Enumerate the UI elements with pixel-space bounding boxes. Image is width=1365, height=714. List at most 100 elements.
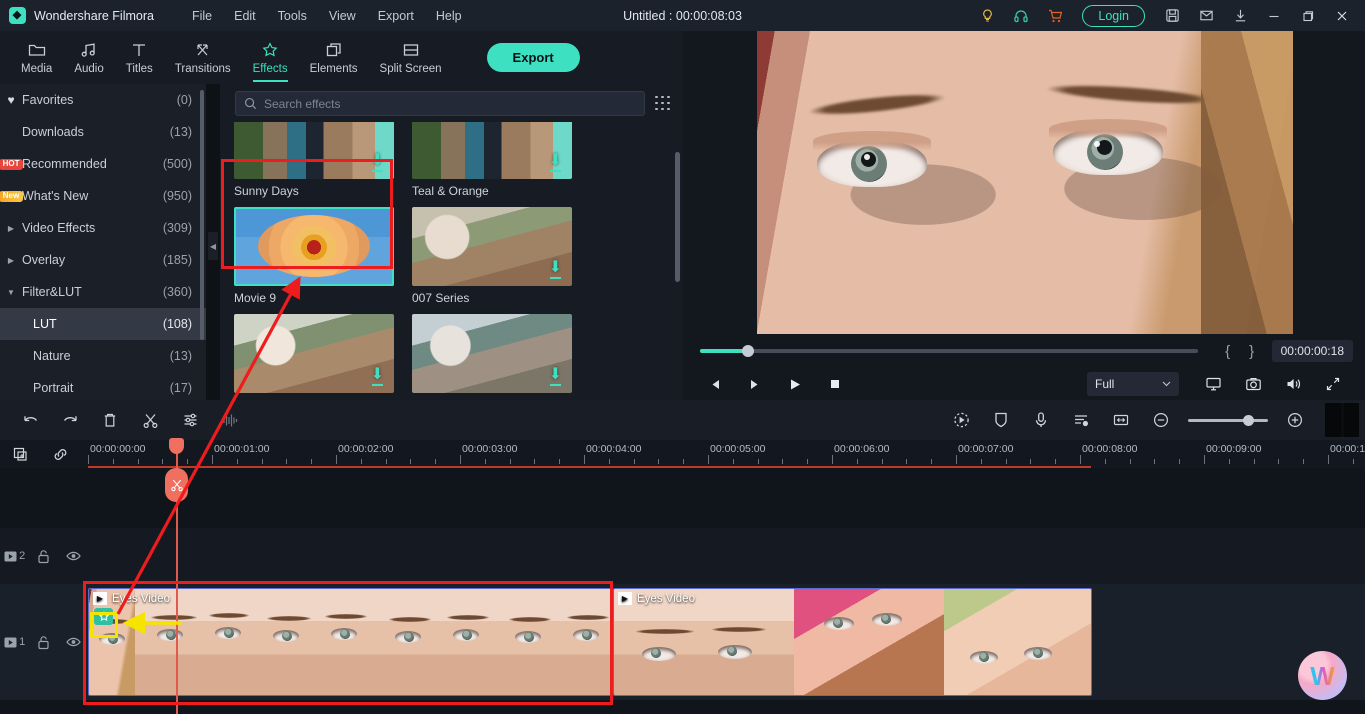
next-frame-button[interactable]: [735, 377, 775, 392]
zoom-plus-icon[interactable]: [1275, 400, 1315, 440]
effect-card-harry-potter[interactable]: ⬇ Harry Potter: [234, 314, 394, 405]
sidebar-item-portrait[interactable]: Portrait (17): [0, 372, 206, 400]
volume-icon[interactable]: [1273, 376, 1313, 392]
fit-to-screen-icon[interactable]: [1101, 400, 1141, 440]
filmora-ai-logo-button[interactable]: W: [1298, 651, 1347, 700]
mark-in-button[interactable]: {: [1216, 343, 1240, 360]
download-icon[interactable]: [1225, 0, 1255, 31]
ruler-tick-mark: [1204, 455, 1205, 464]
unlock-icon[interactable]: [29, 549, 58, 564]
sidebar-item-video-effects[interactable]: ▶ Video Effects (309): [0, 212, 206, 244]
effect-card-sunny-days[interactable]: ⬇ Sunny Days: [234, 122, 394, 198]
sidebar-item-count: (500): [162, 157, 192, 171]
render-preview-bar[interactable]: [1325, 403, 1359, 437]
playhead-split-button[interactable]: [165, 468, 188, 502]
menu-item-view[interactable]: View: [329, 9, 356, 23]
track-row-1[interactable]: 1 ▶ Eyes Video ▶ Eyes Video: [0, 584, 1365, 700]
menu-item-export[interactable]: Export: [378, 9, 414, 23]
effects-scrollbar[interactable]: [675, 152, 680, 282]
sidebar-item-whats-new[interactable]: New What's New (950): [0, 180, 206, 212]
eye-visible-icon[interactable]: [59, 550, 88, 562]
timeline-zoom-slider[interactable]: [1188, 414, 1268, 426]
sidebar-item-nature[interactable]: Nature (13): [0, 340, 206, 372]
tab-titles[interactable]: Titles: [115, 31, 164, 84]
grid-dots-icon[interactable]: [655, 95, 671, 112]
split-scissors-icon[interactable]: [130, 400, 170, 440]
download-icon[interactable]: ⬇: [371, 153, 384, 172]
progress-knob[interactable]: [742, 345, 754, 357]
menu-item-edit[interactable]: Edit: [234, 9, 256, 23]
unlock-icon[interactable]: [29, 635, 58, 650]
menu-item-help[interactable]: Help: [436, 9, 462, 23]
login-button[interactable]: Login: [1082, 4, 1145, 27]
clip-effect-badge[interactable]: [94, 608, 113, 625]
sidebar-item-count: (13): [169, 349, 192, 363]
download-icon[interactable]: ⬇: [371, 367, 384, 386]
search-input[interactable]: [264, 96, 636, 111]
download-icon[interactable]: ⬇: [549, 153, 562, 172]
save-icon[interactable]: [1157, 0, 1187, 31]
effect-card-007-series[interactable]: ⬇ 007 Series: [412, 207, 572, 305]
effect-card-teal-orange[interactable]: ⬇ Teal & Orange: [412, 122, 572, 198]
window-minimize-button[interactable]: [1259, 0, 1289, 31]
tab-transitions[interactable]: Transitions: [164, 31, 242, 84]
panel-collapse-button[interactable]: ◀: [208, 232, 218, 260]
tab-split-screen[interactable]: Split Screen: [369, 31, 453, 84]
menu-item-tools[interactable]: Tools: [278, 9, 307, 23]
fullscreen-icon[interactable]: [1313, 376, 1353, 392]
window-close-button[interactable]: [1327, 0, 1357, 31]
export-button[interactable]: Export: [486, 43, 580, 72]
sidebar-item-downloads[interactable]: Downloads (13): [0, 116, 206, 148]
zoom-knob[interactable]: [1243, 414, 1254, 426]
tab-elements[interactable]: Elements: [299, 31, 369, 84]
timeline-clip-1[interactable]: ▶ Eyes Video: [88, 588, 613, 696]
download-icon[interactable]: ⬇: [549, 260, 562, 279]
ruler-tick-mark: [360, 459, 362, 464]
zoom-minus-icon[interactable]: [1141, 400, 1181, 440]
motion-tracking-icon[interactable]: [941, 400, 981, 440]
delete-trash-icon[interactable]: [90, 400, 130, 440]
color-settings-icon[interactable]: [170, 400, 210, 440]
bulb-icon[interactable]: [972, 0, 1002, 31]
audio-waveform-icon[interactable]: [210, 400, 250, 440]
effect-card-cold-harsh[interactable]: ⬇ Cold & Harsh: [412, 314, 572, 405]
cart-icon[interactable]: [1040, 0, 1070, 31]
mask-shield-icon[interactable]: [981, 400, 1021, 440]
download-icon[interactable]: ⬇: [549, 367, 562, 386]
search-box[interactable]: [235, 91, 645, 116]
track-row-2[interactable]: 2: [0, 528, 1365, 584]
headphone-icon[interactable]: [1006, 0, 1036, 31]
eye-visible-icon[interactable]: [59, 636, 88, 648]
tab-media[interactable]: Media: [10, 31, 63, 84]
window-restore-button[interactable]: [1293, 0, 1323, 31]
effect-card-movie-9[interactable]: Movie 9: [234, 207, 394, 305]
audio-mixer-icon[interactable]: [1061, 400, 1101, 440]
mail-icon[interactable]: [1191, 0, 1221, 31]
quality-select[interactable]: Full: [1087, 372, 1179, 396]
snapshot-camera-icon[interactable]: [1233, 376, 1273, 392]
sidebar-item-filter-lut[interactable]: ▼ Filter&LUT (360): [0, 276, 206, 308]
screen-cast-icon[interactable]: [1193, 376, 1233, 392]
timeline-ruler[interactable]: 00:00:00:00 00:00:01:00 00:00:02:00 00:00:0…: [0, 440, 1365, 468]
ruler-tick-label: 00:00:05:00: [710, 443, 766, 455]
ruler-tick-mark: [683, 459, 685, 464]
stop-button[interactable]: [815, 377, 855, 391]
tab-effects[interactable]: Effects: [242, 31, 299, 84]
prev-frame-button[interactable]: [695, 377, 735, 392]
sidebar-item-overlay[interactable]: ▶ Overlay (185): [0, 244, 206, 276]
playback-progress-slider[interactable]: [700, 345, 1198, 357]
sidebar-item-lut[interactable]: LUT (108): [0, 308, 206, 340]
ruler-tick-mark: [435, 459, 437, 464]
play-button[interactable]: [775, 377, 815, 392]
sidebar-item-favorites[interactable]: ♥ Favorites (0): [0, 84, 206, 116]
ruler-tick-mark: [187, 459, 189, 464]
mark-out-button[interactable]: }: [1240, 343, 1264, 360]
sidebar-item-recommended[interactable]: HOT Recommended (500): [0, 148, 206, 180]
ruler-tick-mark: [1005, 459, 1007, 464]
tab-audio[interactable]: Audio: [63, 31, 114, 84]
timeline-clip-2[interactable]: ▶ Eyes Video: [613, 588, 1092, 696]
sidebar-scrollbar[interactable]: [200, 90, 204, 340]
menu-item-file[interactable]: File: [192, 9, 212, 23]
playhead-handle[interactable]: [169, 438, 184, 454]
voiceover-mic-icon[interactable]: [1021, 400, 1061, 440]
